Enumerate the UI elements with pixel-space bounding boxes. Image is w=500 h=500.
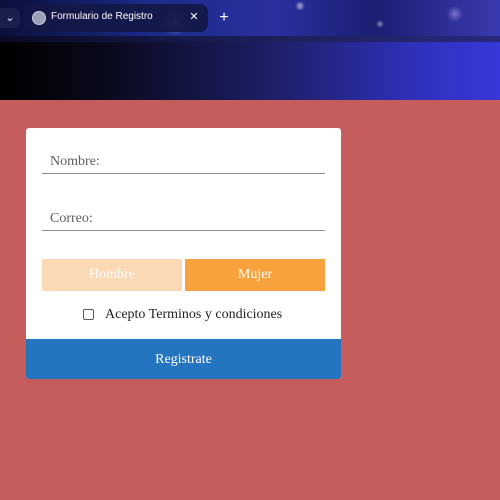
globe-icon [32, 11, 46, 25]
close-icon[interactable]: ✕ [186, 8, 202, 26]
name-field[interactable] [42, 151, 325, 174]
browser-tab[interactable]: Formulario de Registro ✕ [24, 4, 208, 32]
tab-title: Formulario de Registro [51, 11, 153, 22]
chevron-down-icon[interactable]: ⌄ [0, 8, 20, 28]
header-top-edge [0, 36, 500, 42]
page-header-banner [0, 36, 500, 100]
terms-checkbox[interactable] [83, 309, 94, 320]
email-input[interactable] [42, 208, 325, 230]
terms-label: Acepto Terminos y condiciones [105, 307, 283, 322]
register-button[interactable]: Registrate [26, 339, 341, 379]
name-input[interactable] [42, 151, 325, 173]
email-field[interactable] [42, 208, 325, 231]
browser-tab-strip: ⌄ Formulario de Registro ✕ + [0, 0, 500, 36]
gender-female-button[interactable]: Mujer [185, 259, 325, 291]
gender-male-button[interactable]: Hombre [42, 259, 182, 291]
plus-icon[interactable]: + [214, 8, 234, 28]
